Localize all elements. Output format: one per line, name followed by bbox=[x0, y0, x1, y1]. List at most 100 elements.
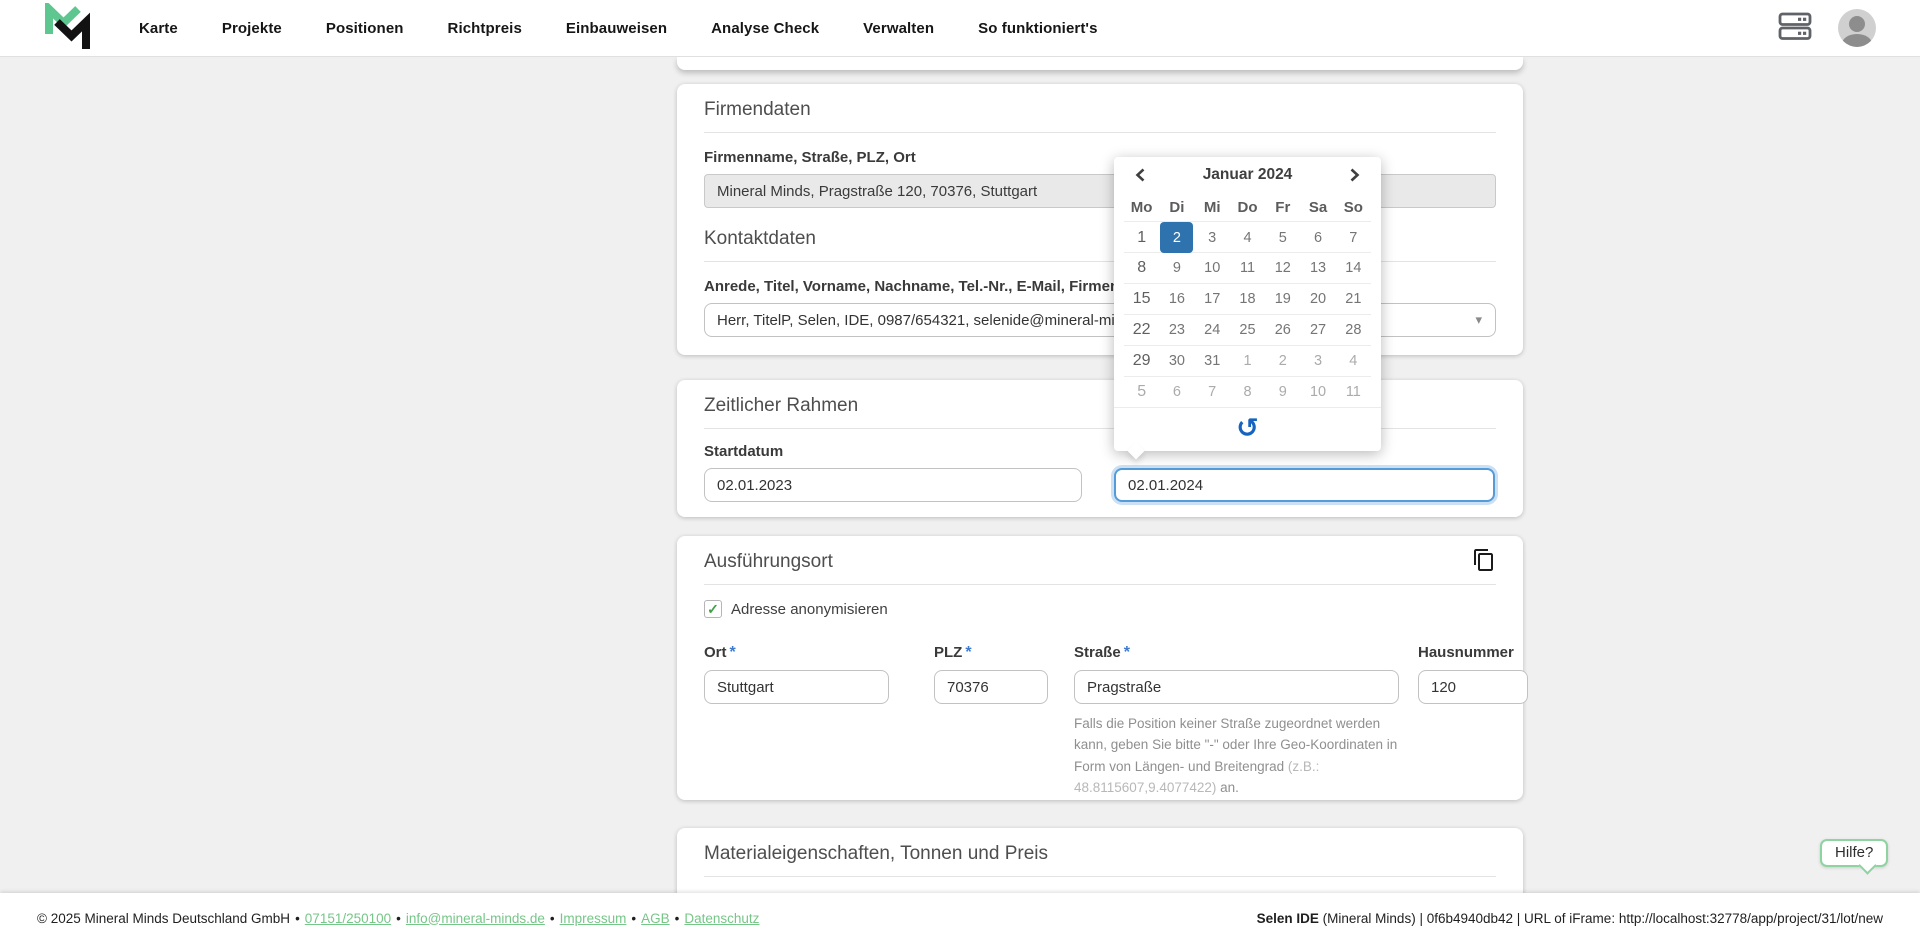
restore-today-icon[interactable]: ↺ bbox=[1236, 415, 1259, 442]
calendar-day[interactable]: 9 bbox=[1159, 253, 1194, 283]
required-asterisk: * bbox=[730, 644, 736, 661]
copyright-text: © 2025 Mineral Minds Deutschland GmbH bbox=[37, 911, 290, 926]
calendar-day[interactable]: 19 bbox=[1265, 284, 1300, 314]
calendar-day[interactable]: 21 bbox=[1336, 284, 1371, 314]
calendar-day[interactable]: 25 bbox=[1230, 315, 1265, 345]
calendar-day[interactable]: 7 bbox=[1336, 222, 1371, 253]
calendar-grid: MoDiMiDoFrSaSo12345678910111213141516171… bbox=[1114, 193, 1381, 407]
strasse-input[interactable] bbox=[1074, 670, 1399, 704]
footer: © 2025 Mineral Minds Deutschland GmbH•07… bbox=[0, 893, 1920, 943]
calendar-day[interactable]: 14 bbox=[1336, 253, 1371, 283]
calendar-dayname: So bbox=[1336, 193, 1371, 221]
calendar-day[interactable]: 18 bbox=[1230, 284, 1265, 314]
avatar-body-icon bbox=[1842, 34, 1872, 47]
calendar-day[interactable]: 1 bbox=[1124, 222, 1159, 253]
calendar-month-title: Januar 2024 bbox=[1203, 166, 1293, 184]
calendar-day[interactable]: 6 bbox=[1300, 222, 1335, 253]
calendar-day[interactable]: 15 bbox=[1124, 284, 1159, 314]
anonymisieren-checkbox-label: Adresse anonymisieren bbox=[731, 601, 888, 618]
calendar-dayname: Fr bbox=[1265, 193, 1300, 221]
startdatum-input[interactable] bbox=[704, 468, 1082, 502]
calendar-day[interactable]: 10 bbox=[1195, 253, 1230, 283]
calendar-day[interactable]: 27 bbox=[1300, 315, 1335, 345]
footer-link-impressum[interactable]: Impressum bbox=[560, 911, 627, 926]
calendar-day[interactable]: 11 bbox=[1336, 377, 1371, 407]
calendar-day[interactable]: 7 bbox=[1195, 377, 1230, 407]
zeitlicher-rahmen-card: Zeitlicher Rahmen Startdatum bbox=[677, 380, 1523, 517]
strasse-helper-text: Falls die Position keiner Straße zugeord… bbox=[1074, 713, 1399, 798]
previous-card-bottom-edge bbox=[677, 57, 1523, 70]
nav-item-analyse-check[interactable]: Analyse Check bbox=[711, 20, 819, 37]
calendar-day[interactable]: 2 bbox=[1265, 346, 1300, 376]
calendar-day[interactable]: 20 bbox=[1300, 284, 1335, 314]
top-navbar: Karte Projekte Positionen Richtpreis Ein… bbox=[0, 0, 1920, 57]
calendar-day[interactable]: 5 bbox=[1124, 377, 1159, 407]
calendar-day[interactable]: 5 bbox=[1265, 222, 1300, 253]
ort-input[interactable] bbox=[704, 670, 889, 704]
calendar-day[interactable]: 2 bbox=[1159, 222, 1194, 253]
calendar-day[interactable]: 12 bbox=[1265, 253, 1300, 283]
calendar-day[interactable]: 9 bbox=[1265, 377, 1300, 407]
calendar-dayname: Mo bbox=[1124, 193, 1159, 221]
user-avatar[interactable] bbox=[1838, 9, 1876, 47]
mineral-minds-logo-icon[interactable] bbox=[44, 3, 91, 53]
calendar-day[interactable]: 30 bbox=[1159, 346, 1194, 376]
nav-item-so-funktionierts[interactable]: So funktioniert's bbox=[978, 20, 1097, 37]
calendar-day[interactable]: 22 bbox=[1124, 315, 1159, 345]
calendar-day[interactable]: 10 bbox=[1300, 377, 1335, 407]
footer-link-agb[interactable]: AGB bbox=[641, 911, 670, 926]
hausnummer-label: Hausnummer bbox=[1418, 644, 1514, 661]
calendar-day[interactable]: 17 bbox=[1195, 284, 1230, 314]
firmendaten-title: Firmendaten bbox=[704, 84, 1496, 121]
calendar-day[interactable]: 4 bbox=[1336, 346, 1371, 376]
calendar-day[interactable]: 8 bbox=[1124, 253, 1159, 283]
calendar-day[interactable]: 31 bbox=[1195, 346, 1230, 376]
calendar-day[interactable]: 8 bbox=[1230, 377, 1265, 407]
calendar-day[interactable]: 6 bbox=[1159, 377, 1194, 407]
footer-link-phone[interactable]: 07151/250100 bbox=[305, 911, 391, 926]
footer-link-datenschutz[interactable]: Datenschutz bbox=[684, 911, 759, 926]
plz-label: PLZ bbox=[934, 644, 962, 661]
anonymisieren-checkbox[interactable]: ✓ bbox=[704, 600, 722, 618]
calendar-day[interactable]: 11 bbox=[1230, 253, 1265, 283]
ausfuehrungsort-card: Ausführungsort ✓ Adresse anonymisieren O… bbox=[677, 536, 1523, 800]
hausnummer-input[interactable] bbox=[1418, 670, 1528, 704]
footer-debug-info: Selen IDE (Mineral Minds) | 0f6b4940db42… bbox=[1257, 911, 1883, 926]
divider bbox=[704, 876, 1496, 877]
calendar-dayname: Sa bbox=[1300, 193, 1335, 221]
calendar-day[interactable]: 29 bbox=[1124, 346, 1159, 376]
calendar-day[interactable]: 23 bbox=[1159, 315, 1194, 345]
nav-item-positionen[interactable]: Positionen bbox=[326, 20, 404, 37]
enddatum-input[interactable] bbox=[1114, 468, 1495, 502]
calendar-day[interactable]: 3 bbox=[1195, 222, 1230, 253]
nav-item-projekte[interactable]: Projekte bbox=[222, 20, 282, 37]
calendar-selected-day[interactable]: 2 bbox=[1160, 222, 1193, 253]
calendar-next-month-button[interactable] bbox=[1343, 164, 1365, 186]
nav-item-einbauweisen[interactable]: Einbauweisen bbox=[566, 20, 667, 37]
copy-icon[interactable] bbox=[1472, 548, 1496, 572]
date-picker-popup: Januar 2024 MoDiMiDoFrSaSo12345678910111… bbox=[1114, 157, 1381, 451]
calendar-day[interactable]: 28 bbox=[1336, 315, 1371, 345]
calendar-day[interactable]: 26 bbox=[1265, 315, 1300, 345]
nav-item-richtpreis[interactable]: Richtpreis bbox=[448, 20, 522, 37]
nav-item-karte[interactable]: Karte bbox=[139, 20, 178, 37]
calendar-day[interactable]: 16 bbox=[1159, 284, 1194, 314]
calendar-day[interactable]: 3 bbox=[1300, 346, 1335, 376]
required-asterisk: * bbox=[965, 644, 971, 661]
divider bbox=[704, 584, 1496, 585]
calendar-prev-month-button[interactable] bbox=[1130, 164, 1152, 186]
divider bbox=[704, 132, 1496, 133]
calendar-day[interactable]: 24 bbox=[1195, 315, 1230, 345]
server-stack-icon[interactable] bbox=[1776, 7, 1814, 50]
materialeigenschaften-title: Materialeigenschaften, Tonnen und Preis bbox=[704, 828, 1496, 865]
calendar-day[interactable]: 4 bbox=[1230, 222, 1265, 253]
footer-link-email[interactable]: info@mineral-minds.de bbox=[406, 911, 545, 926]
avatar-head-icon bbox=[1849, 16, 1865, 32]
calendar-day[interactable]: 1 bbox=[1230, 346, 1265, 376]
nav-item-verwalten[interactable]: Verwalten bbox=[863, 20, 934, 37]
calendar-dayname: Do bbox=[1230, 193, 1265, 221]
help-button[interactable]: Hilfe? bbox=[1820, 839, 1888, 867]
calendar-day[interactable]: 13 bbox=[1300, 253, 1335, 283]
ort-label: Ort bbox=[704, 644, 727, 661]
plz-input[interactable] bbox=[934, 670, 1048, 704]
